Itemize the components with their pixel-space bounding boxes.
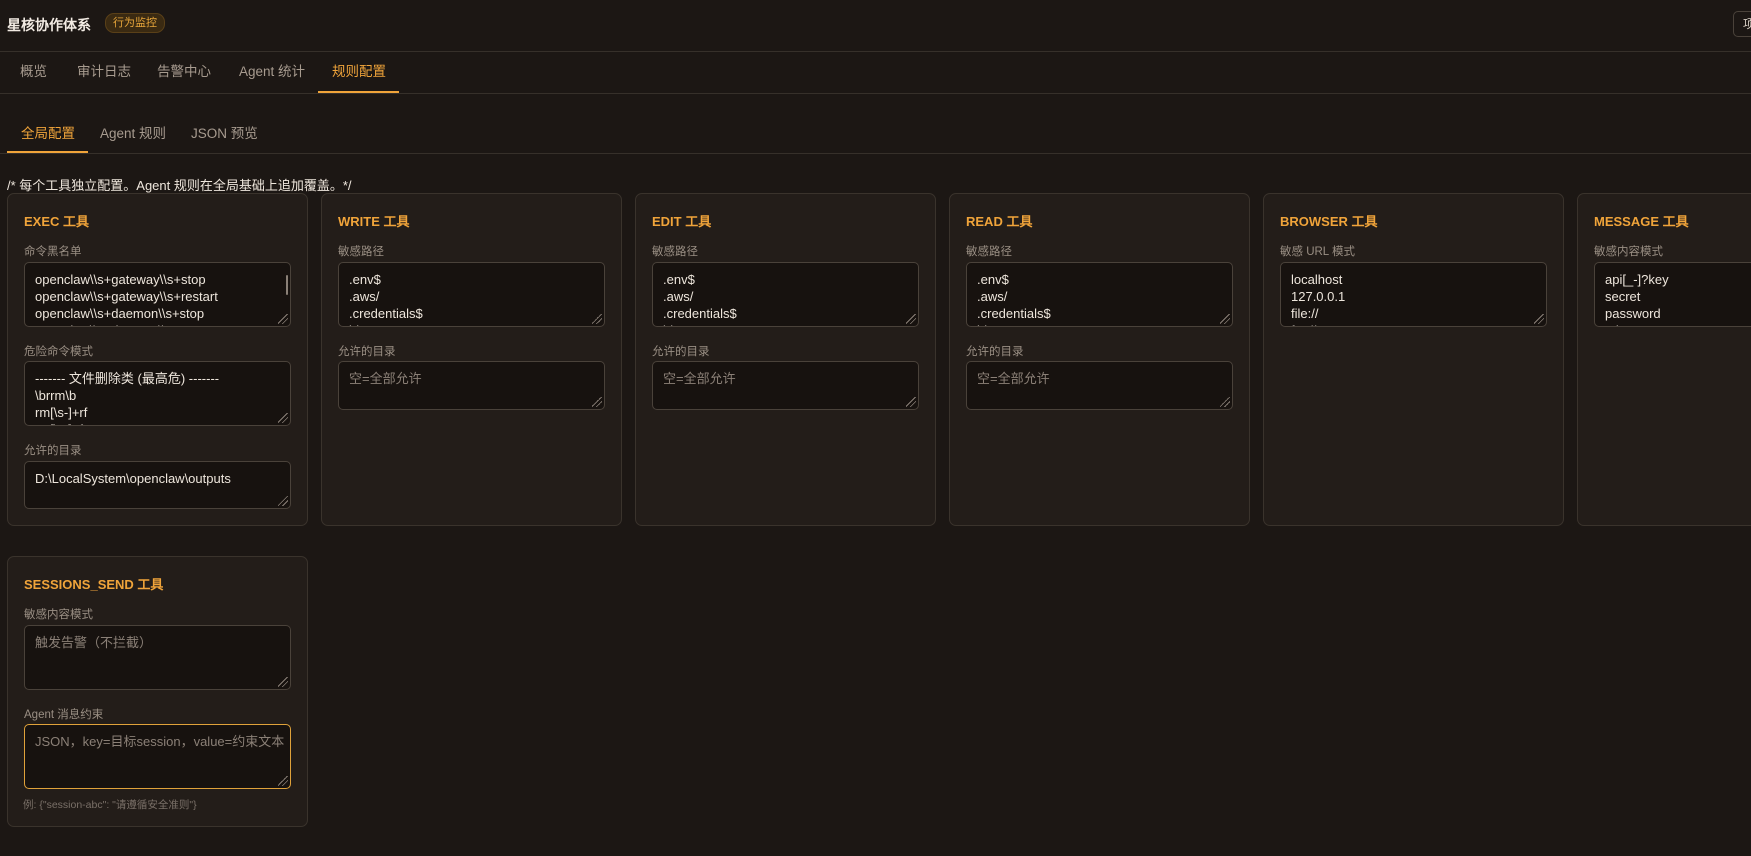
field-hint: 例: {"session-abc": "请遵循安全准则"}: [23, 799, 197, 811]
resize-handle-icon[interactable]: [278, 776, 288, 786]
top-bar: 星核协作体系 行为监控 项目: [0, 0, 1751, 52]
field-label: 允许的目录: [652, 346, 710, 358]
field-label: 敏感 URL 模式: [1280, 246, 1355, 258]
exec-tool-card: EXEC 工具 命令黑名单 openclaw\\s+gateway\\s+sto…: [7, 193, 308, 526]
field-label: 敏感内容模式: [24, 609, 93, 621]
sessions-send-tool-card: SESSIONS_SEND 工具 敏感内容模式 触发告警（不拦截） Agent …: [7, 556, 308, 827]
card-title: BROWSER 工具: [1280, 214, 1378, 229]
textarea-placeholder: JSON，key=目标session，value=约束文本: [35, 734, 285, 749]
resize-handle-icon[interactable]: [1220, 314, 1230, 324]
subtab-json-preview[interactable]: JSON 预览: [191, 116, 258, 152]
resize-handle-icon[interactable]: [278, 314, 288, 324]
textarea-value: .env$ .aws/ .credentials$ id_rsa: [663, 272, 737, 326]
tab-audit-log[interactable]: 审计日志: [77, 52, 131, 92]
sub-tabs: 全局配置 Agent 规则 JSON 预览: [0, 116, 1751, 154]
field-label: 允许的目录: [966, 346, 1024, 358]
tab-alert-center[interactable]: 告警中心: [157, 52, 211, 92]
status-badge: 行为监控: [105, 13, 165, 33]
allowed-dirs-textarea[interactable]: 空=全部允许: [652, 361, 919, 410]
sensitive-paths-textarea[interactable]: .env$ .aws/ .credentials$ id_rsa: [338, 262, 605, 327]
field-label: 允许的目录: [24, 445, 82, 457]
edit-tool-card: EDIT 工具 敏感路径 .env$ .aws/ .credentials$ i…: [635, 193, 936, 526]
textarea-placeholder: 空=全部允许: [977, 371, 1050, 386]
textarea-placeholder: 空=全部允许: [663, 371, 736, 386]
allowed-dirs-textarea[interactable]: 空=全部允许: [338, 361, 605, 410]
agent-message-constraint-textarea[interactable]: JSON，key=目标session，value=约束文本: [24, 724, 291, 789]
textarea-value: .env$ .aws/ .credentials$ id_rsa: [977, 272, 1051, 326]
textarea-value: localhost 127.0.0.1 file:// ftp://: [1291, 272, 1346, 326]
field-label: 敏感内容模式: [1594, 246, 1663, 258]
textarea-value: openclaw\\s+gateway\\s+stop openclaw\\s+…: [35, 272, 218, 326]
sensitive-paths-textarea[interactable]: .env$ .aws/ .credentials$ id_rsa: [652, 262, 919, 327]
dangerous-pattern-textarea[interactable]: ------- 文件删除类 (最高危) ------- \brrm\b rm[\…: [24, 361, 291, 426]
textarea-placeholder: 空=全部允许: [349, 371, 422, 386]
textarea-value: D:\LocalSystem\openclaw\outputs: [35, 471, 231, 486]
field-label: 敏感路径: [652, 246, 698, 258]
subtab-agent-rules[interactable]: Agent 规则: [100, 116, 166, 152]
card-title: READ 工具: [966, 214, 1033, 229]
field-label: 敏感路径: [966, 246, 1012, 258]
command-blacklist-textarea[interactable]: openclaw\\s+gateway\\s+stop openclaw\\s+…: [24, 262, 291, 327]
resize-handle-icon[interactable]: [1534, 314, 1544, 324]
textarea-value: .env$ .aws/ .credentials$ id_rsa: [349, 272, 423, 326]
sensitive-content-textarea[interactable]: api[_-]?key secret password token: [1594, 262, 1751, 327]
subtab-global-config[interactable]: 全局配置: [7, 116, 88, 153]
tab-agent-stats[interactable]: Agent 统计: [239, 52, 305, 92]
resize-handle-icon[interactable]: [278, 677, 288, 687]
write-tool-card: WRITE 工具 敏感路径 .env$ .aws/ .credentials$ …: [321, 193, 622, 526]
card-title: EDIT 工具: [652, 214, 712, 229]
field-label: 敏感路径: [338, 246, 384, 258]
field-label: 危险命令模式: [24, 346, 93, 358]
tab-overview[interactable]: 概览: [20, 52, 47, 92]
tab-rule-config[interactable]: 规则配置: [318, 52, 399, 93]
resize-handle-icon[interactable]: [906, 314, 916, 324]
message-tool-card: MESSAGE 工具 敏感内容模式 api[_-]?key secret pas…: [1577, 193, 1751, 526]
resize-handle-icon[interactable]: [278, 413, 288, 423]
card-title: WRITE 工具: [338, 214, 410, 229]
textarea-value: ------- 文件删除类 (最高危) ------- \brrm\b rm[\…: [35, 371, 220, 425]
sensitive-paths-textarea[interactable]: .env$ .aws/ .credentials$ id_rsa: [966, 262, 1233, 327]
allowed-dirs-textarea[interactable]: 空=全部允许: [966, 361, 1233, 410]
sensitive-content-textarea[interactable]: 触发告警（不拦截）: [24, 625, 291, 690]
allowed-dirs-textarea[interactable]: D:\LocalSystem\openclaw\outputs: [24, 461, 291, 509]
config-comment: /* 每个工具独立配置。Agent 规则在全局基础上追加覆盖。*/: [7, 178, 352, 193]
scrollbar[interactable]: [286, 275, 288, 295]
project-button[interactable]: 项目: [1733, 11, 1751, 37]
card-title: SESSIONS_SEND 工具: [24, 577, 164, 592]
textarea-placeholder: 触发告警（不拦截）: [35, 635, 153, 650]
field-label: 命令黑名单: [24, 246, 82, 258]
resize-handle-icon[interactable]: [592, 314, 602, 324]
read-tool-card: READ 工具 敏感路径 .env$ .aws/ .credentials$ i…: [949, 193, 1250, 526]
card-title: EXEC 工具: [24, 214, 90, 229]
textarea-value: api[_-]?key secret password token: [1605, 272, 1669, 326]
sensitive-url-textarea[interactable]: localhost 127.0.0.1 file:// ftp://: [1280, 262, 1547, 327]
card-title: MESSAGE 工具: [1594, 214, 1689, 229]
resize-handle-icon[interactable]: [278, 496, 288, 506]
resize-handle-icon[interactable]: [592, 397, 602, 407]
field-label: Agent 消息约束: [24, 709, 104, 721]
browser-tool-card: BROWSER 工具 敏感 URL 模式 localhost 127.0.0.1…: [1263, 193, 1564, 526]
app-title: 星核协作体系: [7, 17, 91, 33]
field-label: 允许的目录: [338, 346, 396, 358]
resize-handle-icon[interactable]: [1220, 397, 1230, 407]
main-tabs: 概览 审计日志 告警中心 Agent 统计 规则配置: [0, 52, 1751, 94]
resize-handle-icon[interactable]: [906, 397, 916, 407]
